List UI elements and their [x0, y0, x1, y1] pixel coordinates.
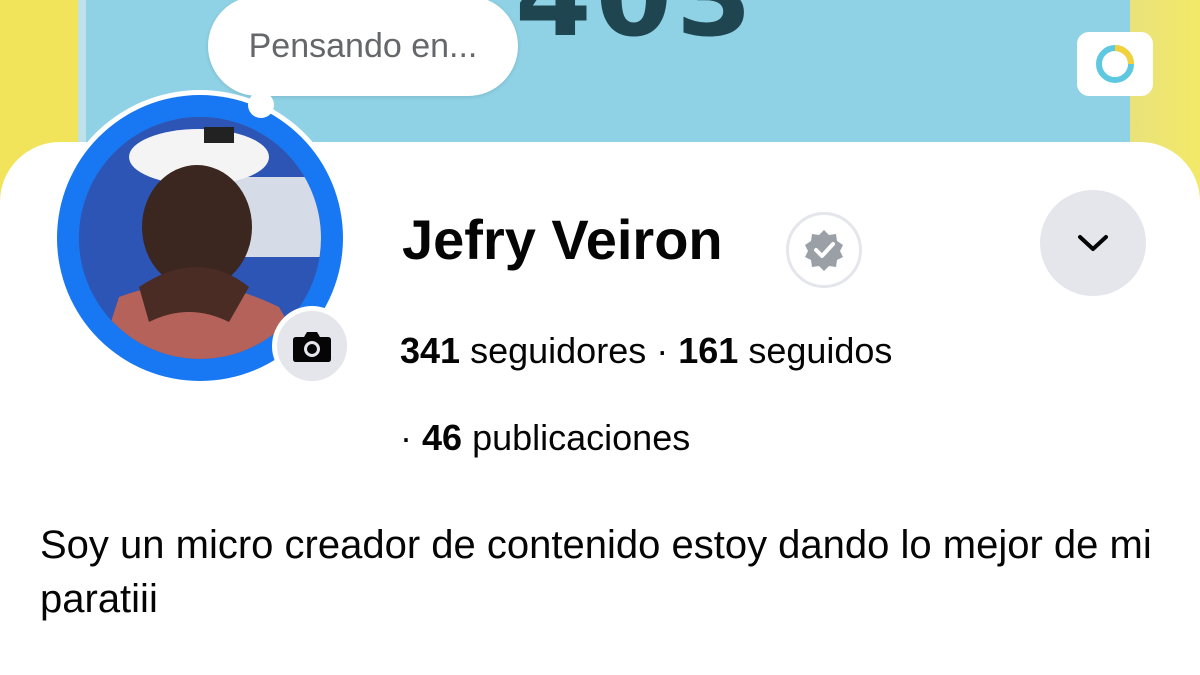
- following-label: seguidos: [748, 330, 893, 371]
- edit-cover-button[interactable]: [1077, 32, 1153, 96]
- posts-count: 46: [422, 417, 463, 458]
- profile-name: Jefry Veiron: [402, 208, 723, 271]
- status-bubble[interactable]: Pensando en...: [208, 0, 518, 96]
- followers-label: seguidores: [470, 330, 647, 371]
- status-bubble-text: Pensando en...: [248, 26, 478, 65]
- profile-stats: 341 seguidores · 161 seguidos: [400, 333, 892, 369]
- posts-label: publicaciones: [472, 417, 691, 458]
- edit-avatar-button[interactable]: [272, 306, 352, 386]
- following-link[interactable]: 161 seguidos: [678, 330, 892, 371]
- profile-menu-button[interactable]: [1040, 190, 1146, 296]
- followers-count: 341: [400, 330, 461, 371]
- camera-icon: [1096, 45, 1134, 83]
- stats-separator: ·: [400, 417, 412, 458]
- posts-link[interactable]: 46 publicaciones: [422, 417, 690, 458]
- cover-text: 403: [515, 0, 757, 52]
- profile-bio: Soy un micro creador de contenido estoy …: [40, 523, 1152, 621]
- followers-link[interactable]: 341 seguidores: [400, 330, 646, 371]
- profile-stats-posts: · 46 publicaciones: [400, 420, 690, 456]
- camera-icon: [293, 332, 331, 362]
- chevron-down-icon: [1078, 235, 1108, 251]
- verified-badge-icon: [805, 230, 843, 271]
- stats-separator: ·: [656, 330, 669, 371]
- verified-badge[interactable]: [786, 212, 862, 288]
- following-count: 161: [678, 330, 739, 371]
- status-bubble-tail: [248, 92, 274, 118]
